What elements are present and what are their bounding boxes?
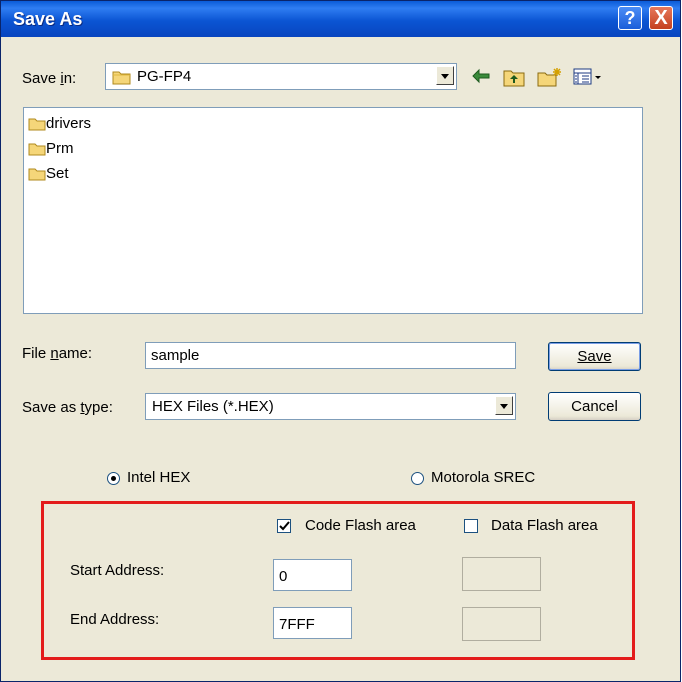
save-in-dropdown-button[interactable] <box>436 66 454 85</box>
data-start-address-field[interactable] <box>462 557 541 591</box>
save-button-label: Save <box>577 348 612 365</box>
save-in-combo[interactable]: PG-FP4 <box>105 63 457 90</box>
data-end-address-field[interactable] <box>462 607 541 641</box>
file-name-label: File name: <box>22 345 93 362</box>
up-folder-icon[interactable] <box>503 67 525 87</box>
view-menu-icon[interactable] <box>573 67 603 87</box>
file-name-value: sample <box>151 347 200 364</box>
help-button[interactable]: ? <box>618 6 642 30</box>
file-name: drivers <box>46 115 92 132</box>
save-as-dialog: Save As ? X Save in: PG-FP4 drivers Prm … <box>0 0 681 682</box>
save-type-label: Save as type: <box>22 399 113 416</box>
data-flash-label: Data Flash area <box>491 517 598 534</box>
code-end-address-field[interactable]: 7FFF <box>273 607 352 639</box>
new-folder-icon[interactable] <box>537 67 563 87</box>
help-icon: ? <box>624 8 636 28</box>
motorola-srec-label: Motorola SREC <box>431 469 536 486</box>
folder-icon <box>28 143 46 156</box>
motorola-srec-radio[interactable] <box>411 472 424 485</box>
cancel-button-label: Cancel <box>571 398 618 415</box>
save-button[interactable]: Save <box>548 342 641 371</box>
code-start-address-value: 0 <box>279 568 288 585</box>
data-flash-checkbox[interactable] <box>464 519 478 533</box>
start-address-label: Start Address: <box>70 562 165 579</box>
folder-icon <box>28 168 46 181</box>
code-flash-checkbox[interactable] <box>277 519 291 533</box>
checkmark-icon <box>279 521 290 531</box>
file-name: Set <box>46 165 69 182</box>
end-address-label: End Address: <box>70 611 160 628</box>
intel-hex-label: Intel HEX <box>127 469 191 486</box>
save-type-value: HEX Files (*.HEX) <box>152 398 274 415</box>
back-arrow-icon[interactable] <box>471 67 491 85</box>
code-start-address-field[interactable]: 0 <box>273 559 352 591</box>
intel-hex-radio[interactable] <box>107 472 120 485</box>
save-in-value: PG-FP4 <box>137 68 192 85</box>
close-button[interactable]: X <box>649 6 673 30</box>
title-bar[interactable]: Save As ? X <box>1 1 680 37</box>
file-name-field[interactable]: sample <box>145 342 516 369</box>
code-flash-label: Code Flash area <box>305 517 416 534</box>
code-end-address-value: 7FFF <box>279 616 315 633</box>
save-in-label: Save in: <box>22 70 77 87</box>
folder-icon <box>28 118 46 131</box>
folder-icon <box>112 71 131 85</box>
file-name: Prm <box>46 140 74 157</box>
cancel-button[interactable]: Cancel <box>548 392 641 421</box>
save-type-dropdown-button[interactable] <box>495 396 513 415</box>
window-title: Save As <box>13 9 83 29</box>
close-icon: X <box>654 7 668 29</box>
file-list[interactable]: drivers Prm Set <box>23 107 643 314</box>
save-type-combo[interactable]: HEX Files (*.HEX) <box>145 393 516 420</box>
